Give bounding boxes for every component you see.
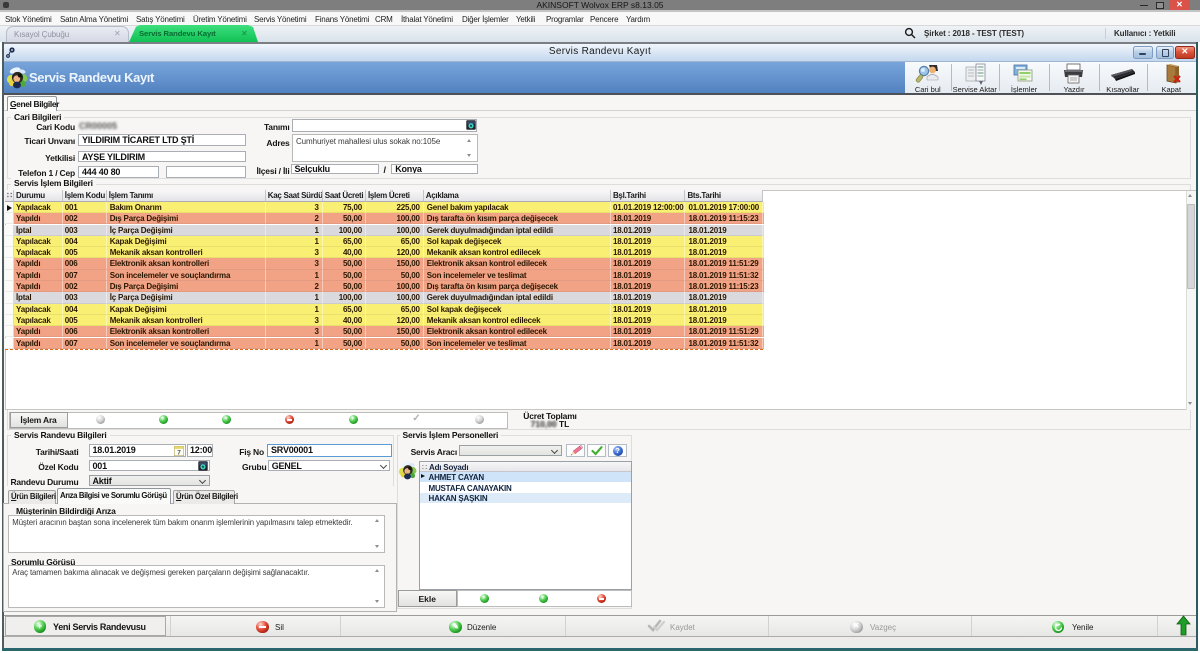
svg-text:7: 7 — [177, 450, 181, 456]
